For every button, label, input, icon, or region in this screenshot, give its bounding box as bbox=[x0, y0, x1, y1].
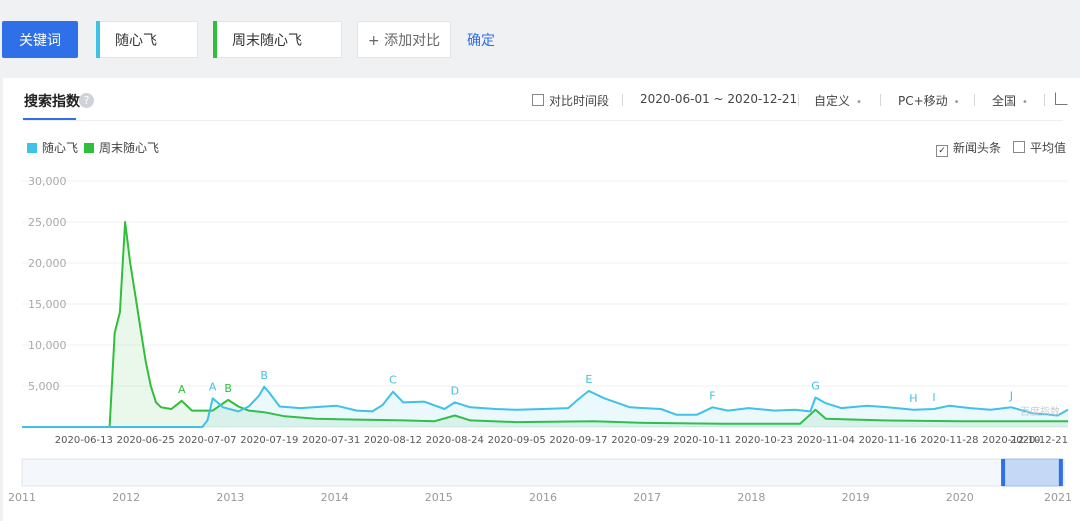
y-tick-label: 20,000 bbox=[28, 257, 67, 270]
news-annotation: J bbox=[1009, 389, 1013, 402]
overview-year-label: 2013 bbox=[216, 491, 244, 504]
news-annotation: C bbox=[389, 374, 397, 387]
x-tick-label: 2020-07-31 bbox=[302, 435, 360, 446]
x-tick-label: 2020-09-05 bbox=[488, 435, 546, 446]
news-annotation: A bbox=[178, 383, 186, 396]
x-tick-label: 2020-09-29 bbox=[611, 435, 669, 446]
x-tick-label: 2020-09-17 bbox=[549, 435, 607, 446]
news-annotation: I bbox=[932, 391, 935, 404]
overview-year-label: 2014 bbox=[321, 491, 349, 504]
y-tick-label: 5,000 bbox=[28, 380, 60, 393]
overview-year-label: 2021 bbox=[1044, 491, 1072, 504]
news-annotation: H bbox=[909, 392, 917, 405]
overview-year-label: 2020 bbox=[946, 491, 974, 504]
search-index-chart: 30,000 25,000 20,000 15,000 10,000 5,000 2020-… bbox=[8, 175, 1072, 504]
x-tick-label: 2020-11-04 bbox=[797, 435, 855, 446]
overview-year-label: 2012 bbox=[112, 491, 140, 504]
y-tick-label: 25,000 bbox=[28, 216, 67, 229]
x-tick-label: 2020-08-12 bbox=[364, 435, 422, 446]
overview-track bbox=[21, 458, 1065, 487]
news-annotation: G bbox=[811, 379, 820, 392]
news-annotation: F bbox=[709, 389, 715, 402]
news-annotation: E bbox=[585, 373, 592, 386]
y-tick-label: 10,000 bbox=[28, 339, 67, 352]
x-tick-label: 2020-07-19 bbox=[240, 435, 298, 446]
overview-year-label: 2017 bbox=[633, 491, 661, 504]
overview-year-label: 2018 bbox=[737, 491, 765, 504]
overview-selection bbox=[1002, 458, 1062, 487]
overview-year-label: 2019 bbox=[842, 491, 870, 504]
watermark: 百度指数 bbox=[1020, 405, 1060, 418]
x-tick-label: 2020-06-25 bbox=[117, 435, 175, 446]
overview-year-label: 2015 bbox=[425, 491, 453, 504]
x-tick-label: 2020-10-23 bbox=[735, 435, 793, 446]
news-annotation: B bbox=[260, 369, 268, 382]
x-tick-label: 2020-07-07 bbox=[178, 435, 236, 446]
y-tick-label: 15,000 bbox=[28, 298, 67, 311]
x-tick-label: 2020-12-21 bbox=[1010, 435, 1068, 446]
x-tick-label: 2020-08-24 bbox=[426, 435, 484, 446]
overview-handle-left bbox=[1001, 459, 1006, 486]
x-tick-label: 2020-11-16 bbox=[859, 435, 917, 446]
y-tick-label: 30,000 bbox=[28, 175, 67, 188]
x-tick-label: 2020-06-13 bbox=[55, 435, 113, 446]
overview-handle-right bbox=[1058, 459, 1063, 486]
news-annotation: B bbox=[224, 382, 232, 395]
x-tick-label: 2020-10-11 bbox=[673, 435, 731, 446]
news-annotation: D bbox=[451, 384, 459, 397]
x-tick-label: 2020-11-28 bbox=[920, 435, 978, 446]
overview-year-label: 2011 bbox=[8, 491, 36, 504]
overview-year-label: 2016 bbox=[529, 491, 557, 504]
news-annotation: A bbox=[209, 380, 217, 393]
